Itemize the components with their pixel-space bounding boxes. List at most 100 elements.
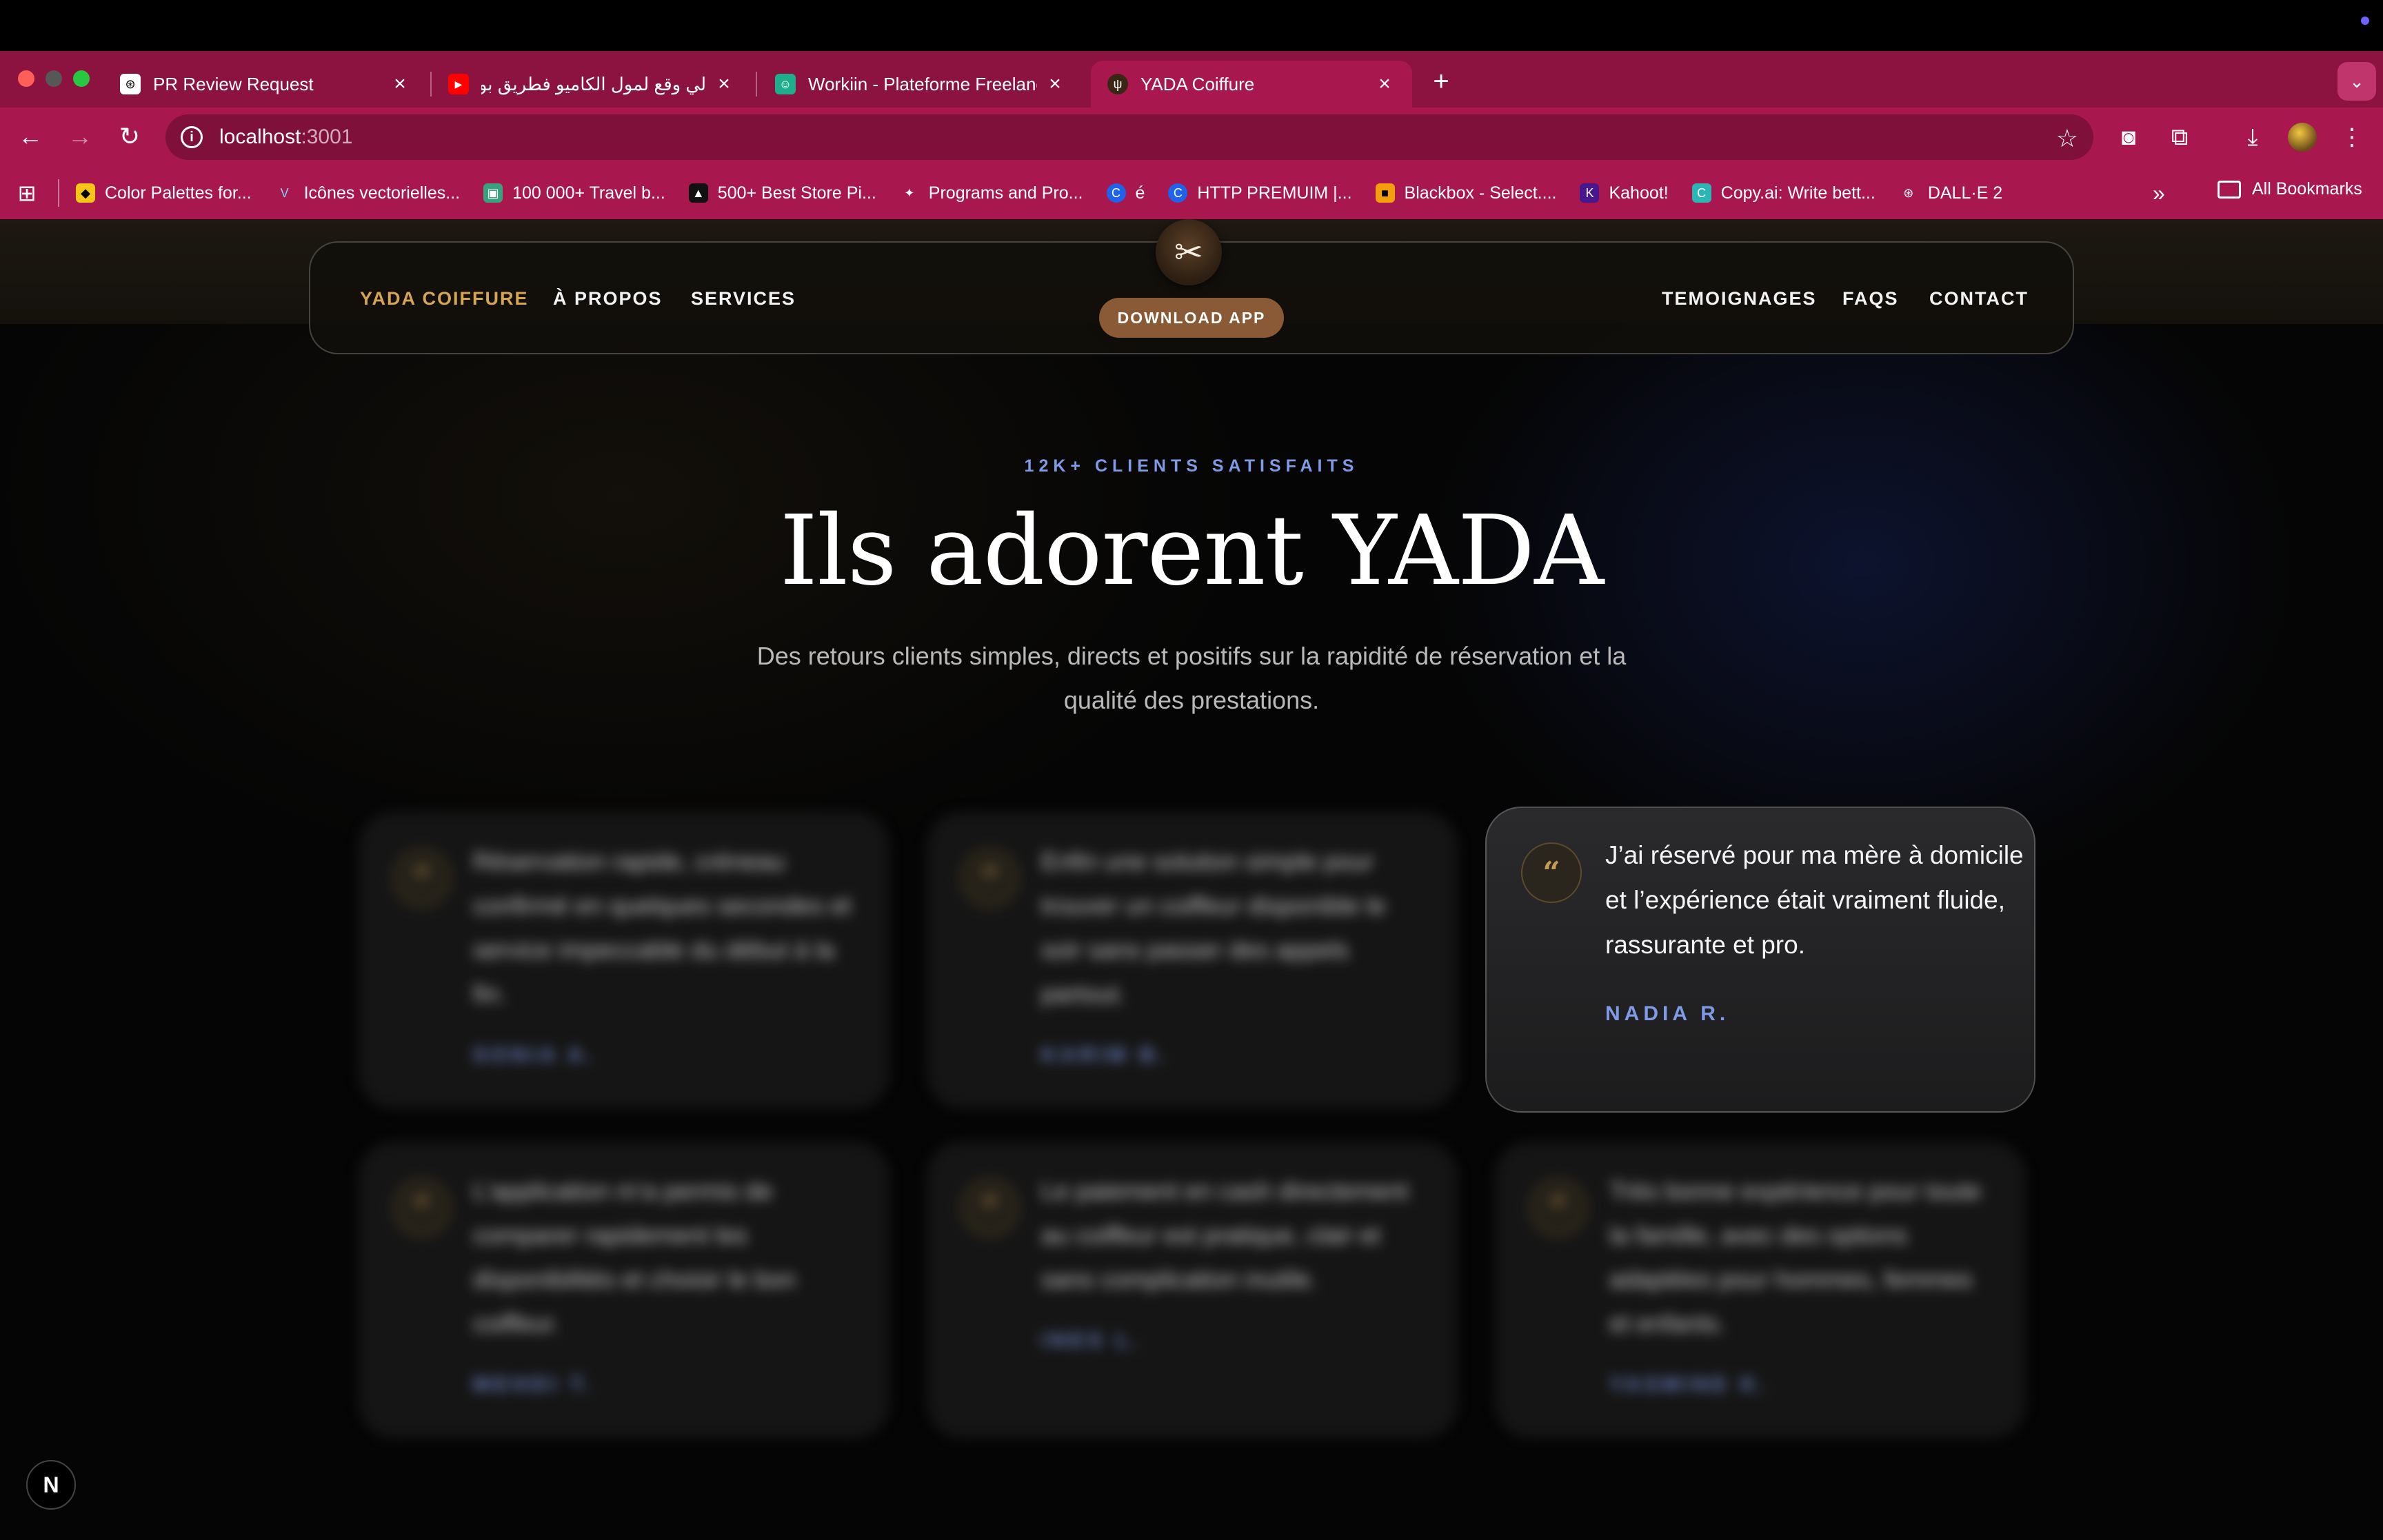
bookmark-item[interactable]: C HTTP PREMUIM |... bbox=[1168, 183, 1352, 203]
bookmark-item[interactable]: ▲ 500+ Best Store Pi... bbox=[688, 183, 876, 203]
new-tab-button[interactable]: + bbox=[1426, 66, 1456, 97]
bookmark-star-icon[interactable]: ☆ bbox=[2056, 124, 2078, 153]
tab-pr-review[interactable]: ⊛ PR Review Request × bbox=[103, 61, 428, 108]
testimonial-author: MEHDI T. bbox=[473, 1373, 595, 1396]
folder-icon bbox=[2218, 180, 2241, 199]
camera-icon[interactable]: ◙ bbox=[2111, 120, 2146, 154]
scissors-logo-icon[interactable]: ✂ bbox=[1156, 219, 1222, 285]
minimize-window-button[interactable] bbox=[46, 70, 62, 87]
v-icon: V bbox=[280, 185, 289, 200]
box-icon: ■ bbox=[1375, 183, 1395, 203]
nav-link-testimonials[interactable]: TEMOIGNAGES bbox=[1662, 288, 1817, 310]
testimonial-card: “ L’application m’a permis de comparer r… bbox=[359, 1142, 889, 1438]
tab-yada-coiffure[interactable]: ψ YADA Coiffure × bbox=[1091, 61, 1412, 108]
bookmark-item[interactable]: ◆ Color Palettes for... bbox=[76, 183, 252, 203]
testimonial-author: YASMINE K. bbox=[1609, 1373, 1770, 1396]
bookmarks-overflow-icon[interactable]: » bbox=[2153, 181, 2165, 206]
star-icon: ✦ bbox=[904, 185, 915, 200]
testimonial-card: “ Réservation rapide, créneau confirmé e… bbox=[359, 812, 889, 1108]
bookmark-item[interactable]: ⊛ DALL·E 2 bbox=[1899, 183, 2002, 203]
bookmark-item[interactable]: ▣ 100 000+ Travel b... bbox=[483, 183, 665, 203]
quote-icon: “ bbox=[392, 1177, 452, 1238]
c-icon: C bbox=[1691, 183, 1711, 203]
browser-toolbar: ← → ↻ i localhost:3001 ☆ ◙ ⧉ ⤓ ⋮ bbox=[0, 108, 2383, 167]
tab-strip: ⊛ PR Review Request × ▶ لي وقع لمول الكا… bbox=[0, 51, 2383, 108]
browser-chrome: ⊛ PR Review Request × ▶ لي وقع لمول الكا… bbox=[0, 51, 2383, 219]
apps-grid-icon[interactable]: ⊞ bbox=[15, 181, 39, 205]
back-arrow-icon[interactable]: ← bbox=[14, 120, 47, 153]
bookmark-item[interactable]: C Copy.ai: Write bett... bbox=[1691, 183, 1876, 203]
close-window-button[interactable] bbox=[18, 70, 34, 87]
bookmarks-bar: ⊞ ◆ Color Palettes for... V Icônes vectori… bbox=[0, 167, 2383, 219]
section-subtitle: Des retours clients simples, directs et … bbox=[756, 642, 1627, 714]
testimonial-card: “ Très bonne expérience pour toute la fa… bbox=[1495, 1142, 2026, 1438]
forward-arrow-icon[interactable]: → bbox=[63, 120, 97, 153]
address-bar[interactable]: i localhost:3001 ☆ bbox=[165, 114, 2093, 160]
testimonial-author: INES L. bbox=[1041, 1329, 1143, 1352]
close-tab-icon[interactable]: × bbox=[1374, 72, 1396, 95]
yada-icon: ψ bbox=[1107, 74, 1128, 94]
testimonial-quote: Très bonne expérience pour toute la fami… bbox=[1609, 1177, 1982, 1337]
bookmark-item[interactable]: K Kahoot! bbox=[1580, 183, 1669, 203]
tab-youtube[interactable]: ▶ لي وقع لمول الكاميو فطريق بولمان × bbox=[432, 61, 752, 108]
c-icon: C bbox=[1106, 183, 1126, 203]
testimonial-card-featured: “ J’ai réservé pour ma mère à domicile e… bbox=[1485, 807, 2035, 1113]
openai-icon: ⊛ bbox=[120, 74, 141, 94]
reload-icon[interactable]: ↻ bbox=[113, 120, 146, 153]
page-viewport: YADA COIFFURE À PROPOS SERVICES TEMOIGNA… bbox=[0, 219, 2383, 1540]
nav-link-contact[interactable]: CONTACT bbox=[1929, 288, 2029, 310]
nav-link-services[interactable]: SERVICES bbox=[691, 288, 796, 310]
quote-icon: “ bbox=[1521, 842, 1582, 903]
tab-separator bbox=[756, 72, 757, 97]
c-icon: C bbox=[1168, 183, 1188, 203]
k-icon: K bbox=[1580, 183, 1600, 203]
tab-search-chevron-icon[interactable]: ⌄ bbox=[2337, 62, 2376, 101]
bookmark-item[interactable]: ■ Blackbox - Select.... bbox=[1375, 183, 1556, 203]
close-tab-icon[interactable]: × bbox=[1044, 72, 1066, 95]
nextjs-dev-badge[interactable]: N bbox=[26, 1460, 76, 1510]
all-bookmarks-button[interactable]: All Bookmarks bbox=[2218, 179, 2362, 199]
address-url[interactable]: localhost:3001 bbox=[219, 125, 352, 149]
testimonial-card: “ Enfin une solution simple pour trouver… bbox=[927, 812, 1458, 1108]
testimonial-quote: J’ai réservé pour ma mère à domicile et … bbox=[1605, 841, 2024, 959]
zoom-window-button[interactable] bbox=[73, 70, 90, 87]
download-icon[interactable]: ⤓ bbox=[2235, 120, 2270, 154]
tab-workiin[interactable]: ☺ Workiin - Plateforme Freelanc × bbox=[758, 61, 1083, 108]
download-app-button[interactable]: DOWNLOAD APP bbox=[1099, 298, 1284, 338]
testimonial-quote: Réservation rapide, créneau confirmé en … bbox=[473, 847, 852, 1008]
bookmark-item[interactable]: V Icônes vectorielles... bbox=[275, 183, 461, 203]
macos-menubar bbox=[0, 0, 2383, 51]
close-tab-icon[interactable]: × bbox=[389, 72, 411, 95]
quote-icon: “ bbox=[1528, 1177, 1589, 1238]
testimonial-quote: L’application m’a permis de comparer rap… bbox=[473, 1177, 796, 1337]
testimonial-author: SONIA A. bbox=[473, 1044, 597, 1066]
status-dot-icon bbox=[2361, 17, 2369, 25]
image-icon: ▣ bbox=[483, 183, 503, 203]
testimonial-author: KARIM B. bbox=[1041, 1044, 1169, 1066]
testimonial-author: NADIA R. bbox=[1605, 1002, 1730, 1025]
youtube-icon: ▶ bbox=[448, 74, 469, 94]
bookmarks-separator bbox=[58, 179, 59, 207]
section-title: Ils adorent YADA bbox=[779, 495, 1605, 607]
nav-link-about[interactable]: À PROPOS bbox=[553, 288, 663, 310]
workiin-icon: ☺ bbox=[775, 74, 796, 94]
quote-icon: “ bbox=[960, 1177, 1020, 1238]
bookmark-item[interactable]: Cé bbox=[1106, 183, 1145, 203]
testimonial-quote: Enfin une solution simple pour trouver u… bbox=[1041, 847, 1386, 1008]
more-menu-icon[interactable]: ⋮ bbox=[2335, 120, 2369, 154]
openai-icon: ⊛ bbox=[1903, 185, 1914, 200]
nav-link-faqs[interactable]: FAQS bbox=[1842, 288, 1899, 310]
profile-avatar[interactable] bbox=[2288, 123, 2317, 152]
testimonial-card: “ Le paiement en cash directement au coi… bbox=[927, 1142, 1458, 1438]
nav-link-home[interactable]: YADA COIFFURE bbox=[360, 288, 529, 310]
close-tab-icon[interactable]: × bbox=[713, 72, 735, 95]
quote-icon: “ bbox=[392, 848, 452, 909]
quote-icon: “ bbox=[960, 848, 1020, 909]
shield-icon: ◆ bbox=[76, 183, 95, 203]
testimonial-quote: Le paiement en cash directement au coiff… bbox=[1041, 1177, 1409, 1293]
section-eyebrow: 12K+ CLIENTS SATISFAITS bbox=[1024, 456, 1359, 476]
site-info-icon[interactable]: i bbox=[181, 126, 203, 148]
extensions-puzzle-icon[interactable]: ⧉ bbox=[2162, 120, 2197, 154]
bookmark-item[interactable]: ✦ Programs and Pro... bbox=[900, 183, 1083, 203]
store-icon: ▲ bbox=[688, 183, 708, 203]
